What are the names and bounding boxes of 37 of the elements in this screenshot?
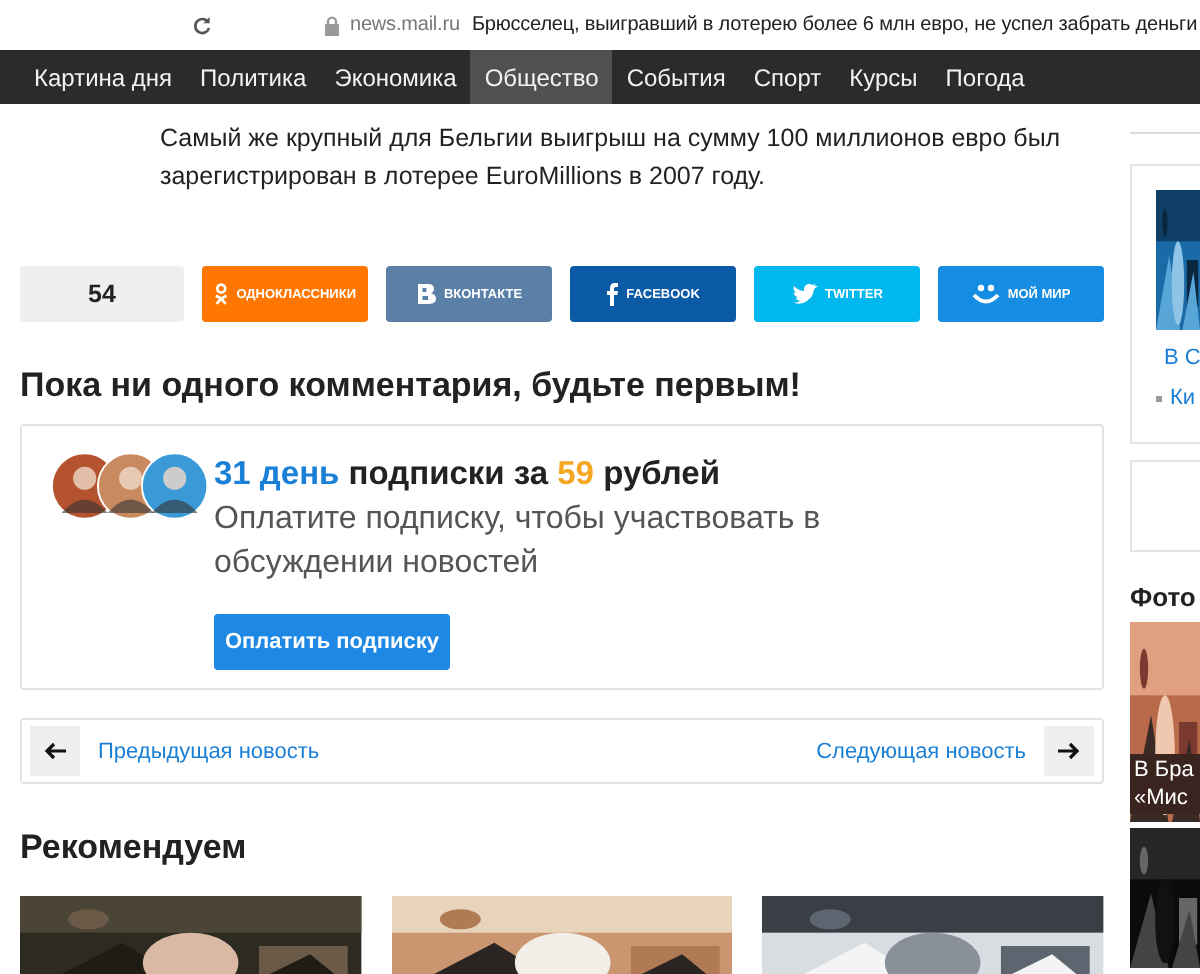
sidebar-link[interactable]: Ки <box>1170 386 1196 410</box>
facebook-icon <box>606 282 619 306</box>
bullet-icon <box>1156 395 1162 401</box>
vk-icon <box>415 284 436 304</box>
person-icon <box>214 282 229 306</box>
reload-icon[interactable] <box>192 15 212 35</box>
nav-tab[interactable]: Политика <box>186 50 321 104</box>
arrow-right-icon <box>1058 742 1080 760</box>
next-link[interactable]: Следующая новость <box>816 739 1026 763</box>
sidebar-link[interactable]: В С <box>1164 346 1200 370</box>
avatar-icon <box>140 450 211 522</box>
lock-icon <box>324 15 340 35</box>
smile-icon <box>971 283 1000 305</box>
photo-caption[interactable]: В Бра «Мис <box>1130 754 1200 814</box>
nav-tab[interactable]: Погода <box>931 50 1039 104</box>
subscription-offer: 31 день подписки за 59 рублей <box>214 456 722 494</box>
arrow-left-icon <box>44 742 66 760</box>
comments-heading: Пока ни одного комментария, будьте первым! <box>20 366 803 406</box>
next-button[interactable] <box>1044 726 1094 776</box>
address-url[interactable]: news.mail.ru <box>350 14 460 36</box>
subscription-text: Оплатите подписку, чтобы участвовать в обсуждении новостей <box>214 500 823 584</box>
nav-tab[interactable]: Общество <box>470 50 613 104</box>
nav-tab[interactable]: Картина дня <box>20 50 187 104</box>
pay-button[interactable]: Оплатить подписку <box>214 614 450 670</box>
nav-tab[interactable]: Спорт <box>739 50 836 104</box>
prev-button[interactable] <box>30 726 80 776</box>
page-title: Брюсселец, выигравший в лотерею более 6 млн евро, не успел забрать деньги <box>471 14 1198 36</box>
nav-tab[interactable]: Курсы <box>835 50 932 104</box>
share-count: 54 <box>20 266 184 322</box>
nav-tab[interactable]: Экономика <box>320 50 471 104</box>
sidebar-card <box>1130 460 1200 552</box>
recommend-heading: Рекомендуем <box>20 828 249 868</box>
article-paragraph: Самый же крупный для Бельгии выигрыш на сумму 100 миллионов евро был зарегистрирован в лотерее EuroMillions в 2007 году. <box>160 122 1063 194</box>
photos-heading: Фото <box>1130 582 1198 612</box>
prev-link[interactable]: Предыдущая новость <box>98 739 320 763</box>
bird-icon <box>791 283 818 305</box>
nav-tab[interactable]: События <box>612 50 740 104</box>
